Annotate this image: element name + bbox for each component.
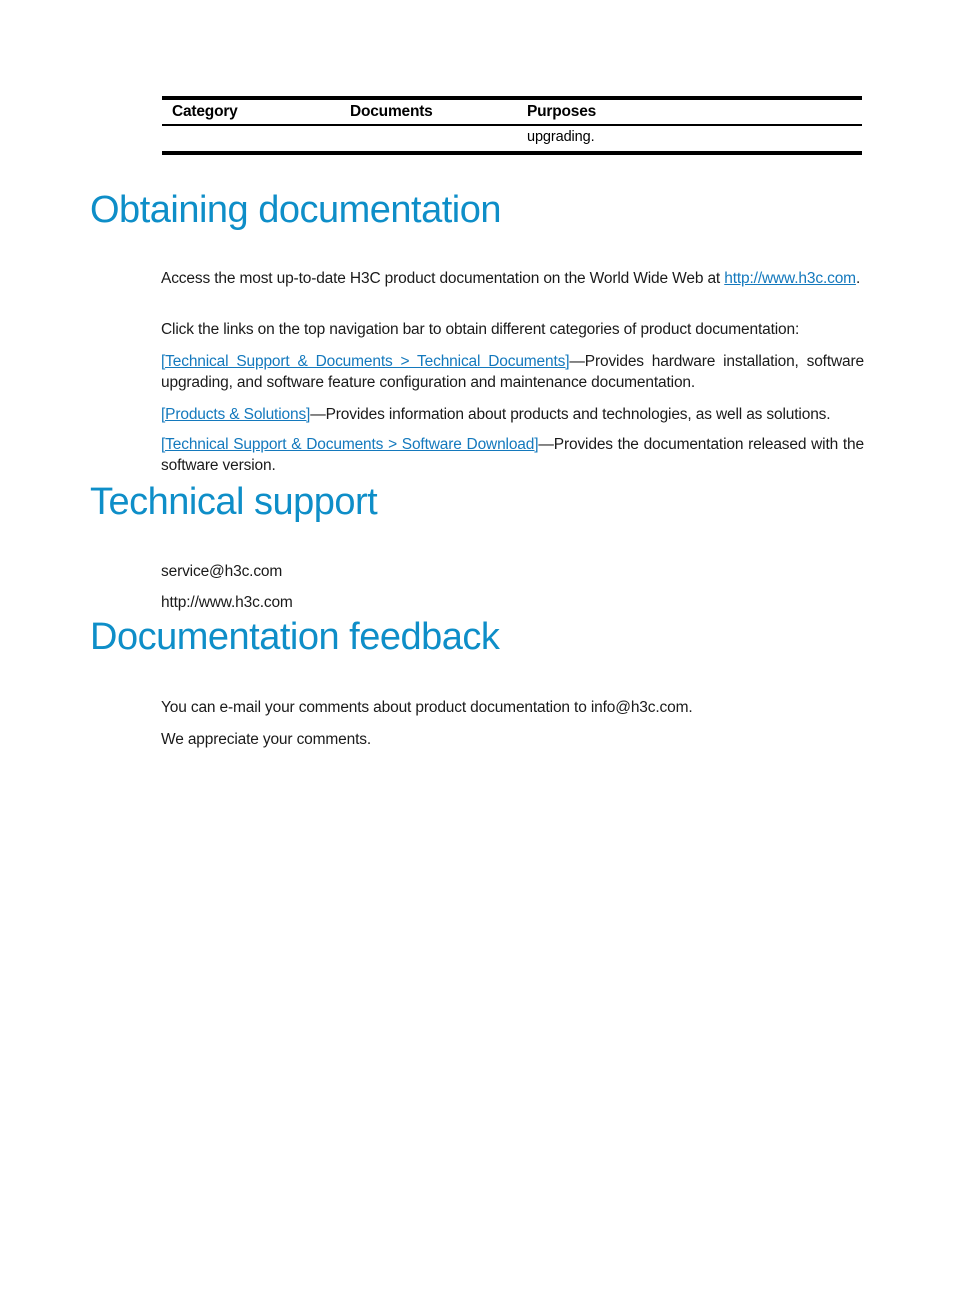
table-bottom-rule: [162, 151, 862, 155]
link-products-solutions[interactable]: [Products & Solutions]: [161, 406, 310, 423]
list-item-technical-documents: [Technical Support & Documents > Technic…: [161, 351, 864, 393]
page-title-documentation-feedback: Documentation feedback: [90, 616, 500, 658]
paragraph-access-documentation: Access the most up-to-date H3C product d…: [161, 268, 865, 289]
table-cell-purposes: upgrading.: [527, 129, 595, 145]
page-title-technical-support: Technical support: [90, 481, 378, 523]
link-separator-2: —: [310, 405, 326, 423]
documents-table: Category Documents Purposes upgrading.: [162, 96, 862, 155]
page-title-obtaining-documentation: Obtaining documentation: [90, 189, 502, 231]
link-technical-documents[interactable]: [Technical Support & Documents > Technic…: [161, 353, 570, 370]
list-item-software-download: [Technical Support & Documents > Softwar…: [161, 434, 864, 476]
link-separator-1: —: [569, 352, 585, 370]
list-item-products-solutions: [Products & Solutions]—Provides informat…: [161, 404, 864, 425]
table-header-row: Category Documents Purposes: [162, 100, 862, 124]
paragraph-feedback-thanks: We appreciate your comments.: [161, 730, 372, 748]
support-website-address: http://www.h3c.com: [161, 593, 293, 611]
paragraph-click-links: Click the links on the top navigation ba…: [161, 320, 800, 338]
table-row: upgrading.: [162, 126, 862, 151]
table-header-purposes: Purposes: [527, 103, 597, 120]
support-email-address: service@h3c.com: [161, 562, 283, 580]
paragraph-feedback-email: You can e-mail your comments about produ…: [161, 698, 693, 716]
link-description-2: Provides information about products and …: [325, 405, 831, 423]
link-software-download[interactable]: [Technical Support & Documents > Softwar…: [161, 436, 539, 453]
paragraph-access-text-post: .: [855, 269, 861, 287]
paragraph-access-text-pre: Access the most up-to-date H3C product d…: [161, 269, 725, 287]
link-separator-3: —: [538, 435, 554, 453]
h3c-website-link[interactable]: http://www.h3c.com: [724, 270, 856, 287]
table-header-documents: Documents: [350, 103, 433, 120]
table-header-category: Category: [172, 103, 238, 120]
document-page: Category Documents Purposes upgrading. O…: [0, 0, 954, 1296]
